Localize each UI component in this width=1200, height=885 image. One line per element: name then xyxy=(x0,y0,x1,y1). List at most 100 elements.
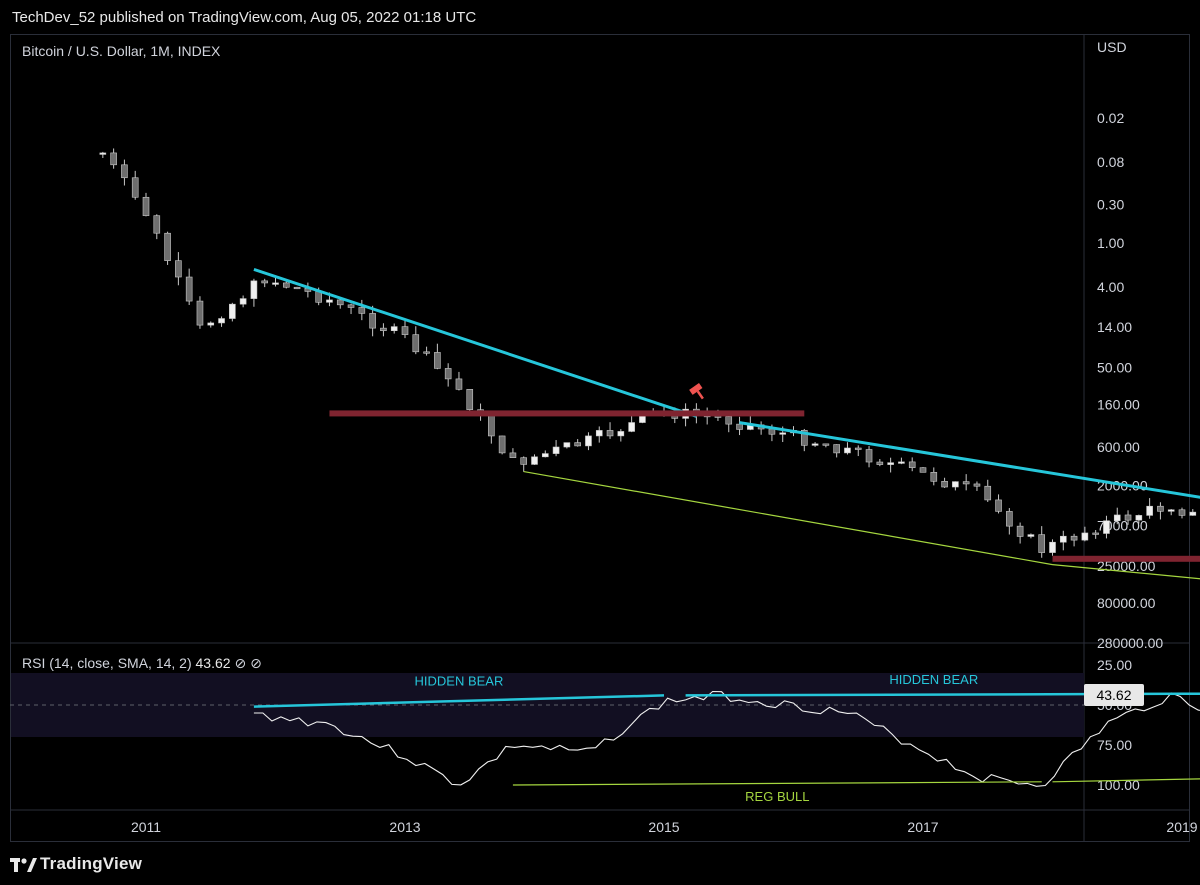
rsi-tick-label: 25.00 xyxy=(1097,657,1132,673)
candle xyxy=(401,326,409,335)
candle xyxy=(876,461,884,465)
candle xyxy=(1113,514,1121,522)
candle xyxy=(282,282,290,288)
price-tick-label: 50.00 xyxy=(1097,360,1132,376)
candle xyxy=(606,430,614,437)
time-tick-label: 2015 xyxy=(648,819,679,835)
candle xyxy=(1189,511,1197,516)
candle xyxy=(531,456,538,465)
candle xyxy=(455,378,463,390)
candle xyxy=(229,303,236,319)
time-tick-label: 2013 xyxy=(389,819,420,835)
candle xyxy=(854,447,862,450)
chart-canvas[interactable]: USD 0.02 0.08 0.30 1.00 4.00 14.00 50.00 160.00 6… xyxy=(0,0,1200,885)
candle xyxy=(142,196,150,216)
candle xyxy=(725,416,733,425)
candle xyxy=(164,232,171,261)
candle xyxy=(552,446,560,454)
candle xyxy=(1049,541,1056,553)
reg-bull-label: REG BULL xyxy=(745,789,809,804)
rsi-title: RSI (14, close, SMA, 14, 2) 43.62 ⊘ ⊘ xyxy=(22,655,262,672)
candle xyxy=(844,447,851,454)
price-tick-label: 0.02 xyxy=(1097,110,1124,126)
candle xyxy=(563,442,571,448)
candle xyxy=(423,351,430,354)
candle xyxy=(131,177,139,198)
candle xyxy=(887,462,894,465)
price-tick-label: 0.08 xyxy=(1097,154,1124,170)
candle xyxy=(984,485,992,501)
candle xyxy=(995,499,1002,512)
reg-bull-trendline xyxy=(512,781,1042,786)
rsi-value-badge: 43.62 xyxy=(1084,684,1144,706)
price-tick-label: 600.00 xyxy=(1097,439,1140,455)
candle xyxy=(466,389,474,410)
candle xyxy=(1124,514,1132,521)
candle xyxy=(390,326,398,331)
candle xyxy=(1157,505,1164,512)
candle xyxy=(1006,511,1013,527)
candle xyxy=(239,298,247,305)
candle xyxy=(207,322,215,326)
candle xyxy=(185,276,193,302)
candle xyxy=(261,280,269,284)
candle xyxy=(779,432,787,435)
candle xyxy=(1038,534,1046,553)
candle xyxy=(1059,535,1067,543)
candle xyxy=(444,368,452,380)
candle xyxy=(293,286,301,290)
candle xyxy=(358,307,366,314)
candle xyxy=(250,280,258,299)
tradingview-logo-icon xyxy=(10,858,37,872)
time-tick-label: 2017 xyxy=(907,819,938,835)
candle xyxy=(898,461,905,464)
tradingview-brand: TradingView xyxy=(40,854,143,873)
candle xyxy=(1070,535,1078,541)
candle xyxy=(1027,534,1035,537)
rsi-current-value: 43.62 xyxy=(195,655,231,671)
candle xyxy=(595,430,603,437)
candle xyxy=(962,481,970,485)
rsi-title-text: RSI (14, close, SMA, 14, 2) xyxy=(22,655,192,671)
candle xyxy=(952,481,959,488)
eye-off-icon[interactable]: ⊘ xyxy=(250,655,262,671)
candle xyxy=(121,164,128,179)
candle xyxy=(1146,505,1153,516)
candle xyxy=(811,443,819,446)
candle xyxy=(736,423,743,430)
hidden-bear-label: HIDDEN BEAR xyxy=(889,672,978,687)
candle xyxy=(153,215,161,234)
resistance-zone xyxy=(329,410,805,417)
candle xyxy=(336,299,344,306)
candle xyxy=(919,467,927,473)
candle xyxy=(628,422,635,432)
candle xyxy=(574,442,581,447)
time-tick-label: 2019 xyxy=(1166,819,1197,835)
price-tick-label: 280000.00 xyxy=(1097,635,1163,651)
time-tick-label: 2011 xyxy=(131,819,161,835)
rsi-tick-label: 100.00 xyxy=(1097,777,1140,793)
candle xyxy=(1135,515,1143,521)
resistance-trendline xyxy=(253,267,697,418)
candle xyxy=(196,300,204,326)
footer: TradingView xyxy=(0,842,1200,885)
hidden-bear-trendline xyxy=(1181,692,1200,696)
candle xyxy=(1016,525,1024,537)
candle xyxy=(218,318,225,324)
price-tick-label: 160.00 xyxy=(1097,397,1140,413)
rsi-tick-label: 75.00 xyxy=(1097,737,1132,753)
candle xyxy=(865,449,873,463)
candle xyxy=(369,313,376,329)
candle xyxy=(541,453,549,458)
candle xyxy=(175,260,182,278)
candle xyxy=(908,461,916,468)
pin-marker-icon xyxy=(689,383,704,400)
candle xyxy=(498,435,506,454)
eye-off-icon[interactable]: ⊘ xyxy=(234,655,246,671)
candle xyxy=(1178,509,1186,516)
candle xyxy=(833,444,840,454)
candle xyxy=(973,483,981,487)
price-tick-label: 14.00 xyxy=(1097,319,1132,335)
candle xyxy=(585,435,592,447)
price-tick-label: 4.00 xyxy=(1097,279,1124,295)
